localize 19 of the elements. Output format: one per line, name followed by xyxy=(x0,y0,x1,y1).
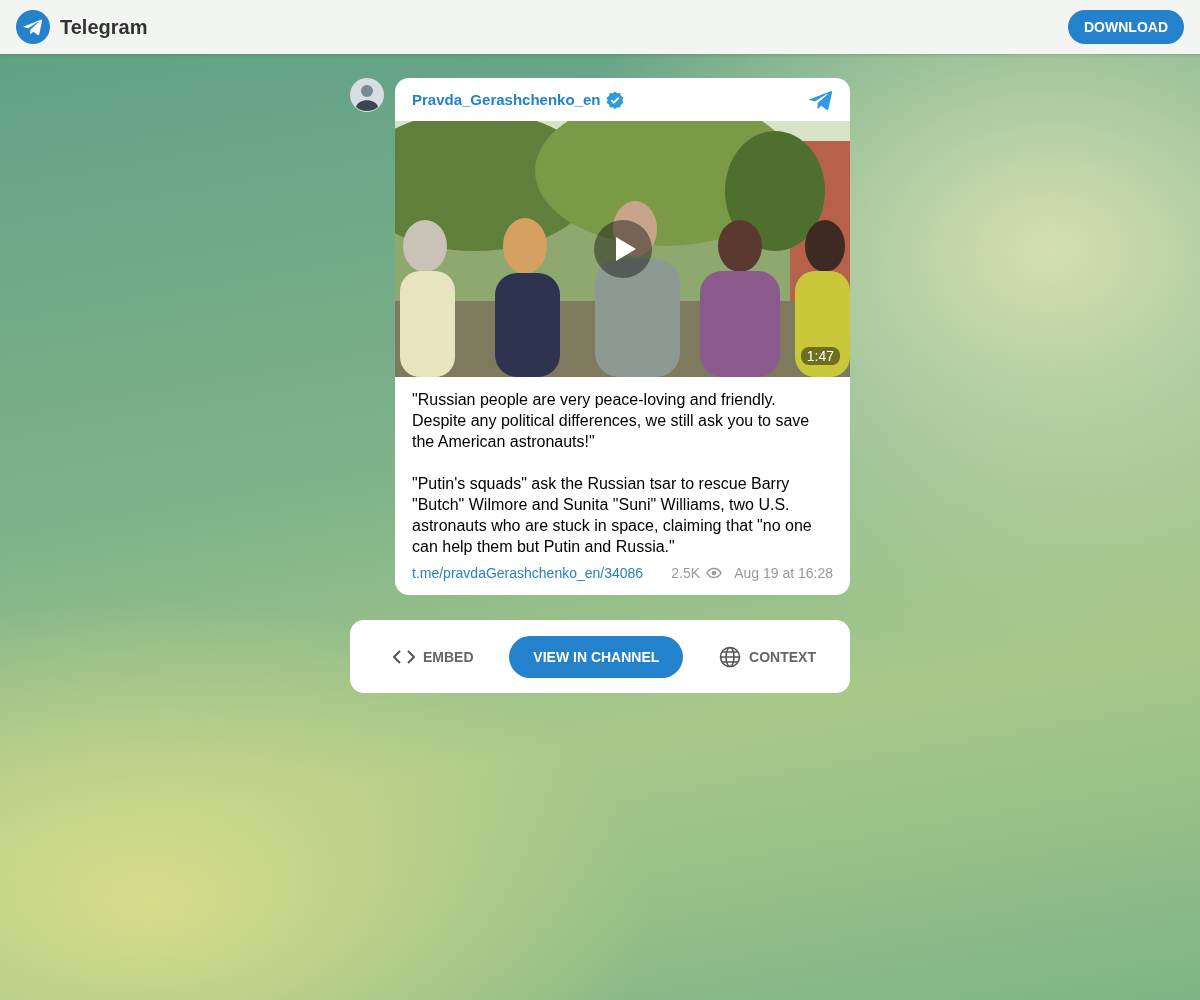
view-count: 2.5K xyxy=(671,565,701,581)
play-button[interactable] xyxy=(594,220,652,278)
telegram-logo-icon xyxy=(16,10,50,44)
code-icon xyxy=(393,649,415,664)
view-button[interactable]: VIEW IN CHANNEL xyxy=(509,635,684,678)
download-button[interactable]: DOWNLOAD xyxy=(1068,10,1184,44)
telegram-plane-icon xyxy=(807,88,833,111)
post-date: Aug 19 at 16:28 xyxy=(734,565,833,581)
message-paragraph: "Russian people are very peace-loving and friendly. Despite any political differences, we still ask you to save the American astronauts!" xyxy=(412,390,811,452)
globe-icon xyxy=(719,645,742,668)
eye-icon xyxy=(706,567,723,579)
post-link[interactable]: t.me/pravdaGerashchenko_en/34086 xyxy=(412,565,644,581)
embed-button[interactable]: EMBED xyxy=(393,635,474,678)
message-paragraph: "Putin's squads" ask the Russian tsar to rescue Barry "Butch" Wilmore and Sunita "Suni" Williams, two U.S. astronauts who are stuck in space, claiming that "no one can help them but Putin and Russia." xyxy=(412,474,813,557)
app-name: Telegram xyxy=(60,15,148,39)
context-button[interactable]: CONTEXT xyxy=(719,635,816,678)
video-duration: 1:47 xyxy=(800,347,840,365)
channel-name[interactable]: Pravda_Gerashchenko_en xyxy=(412,91,601,108)
avatar-icon xyxy=(350,78,384,112)
